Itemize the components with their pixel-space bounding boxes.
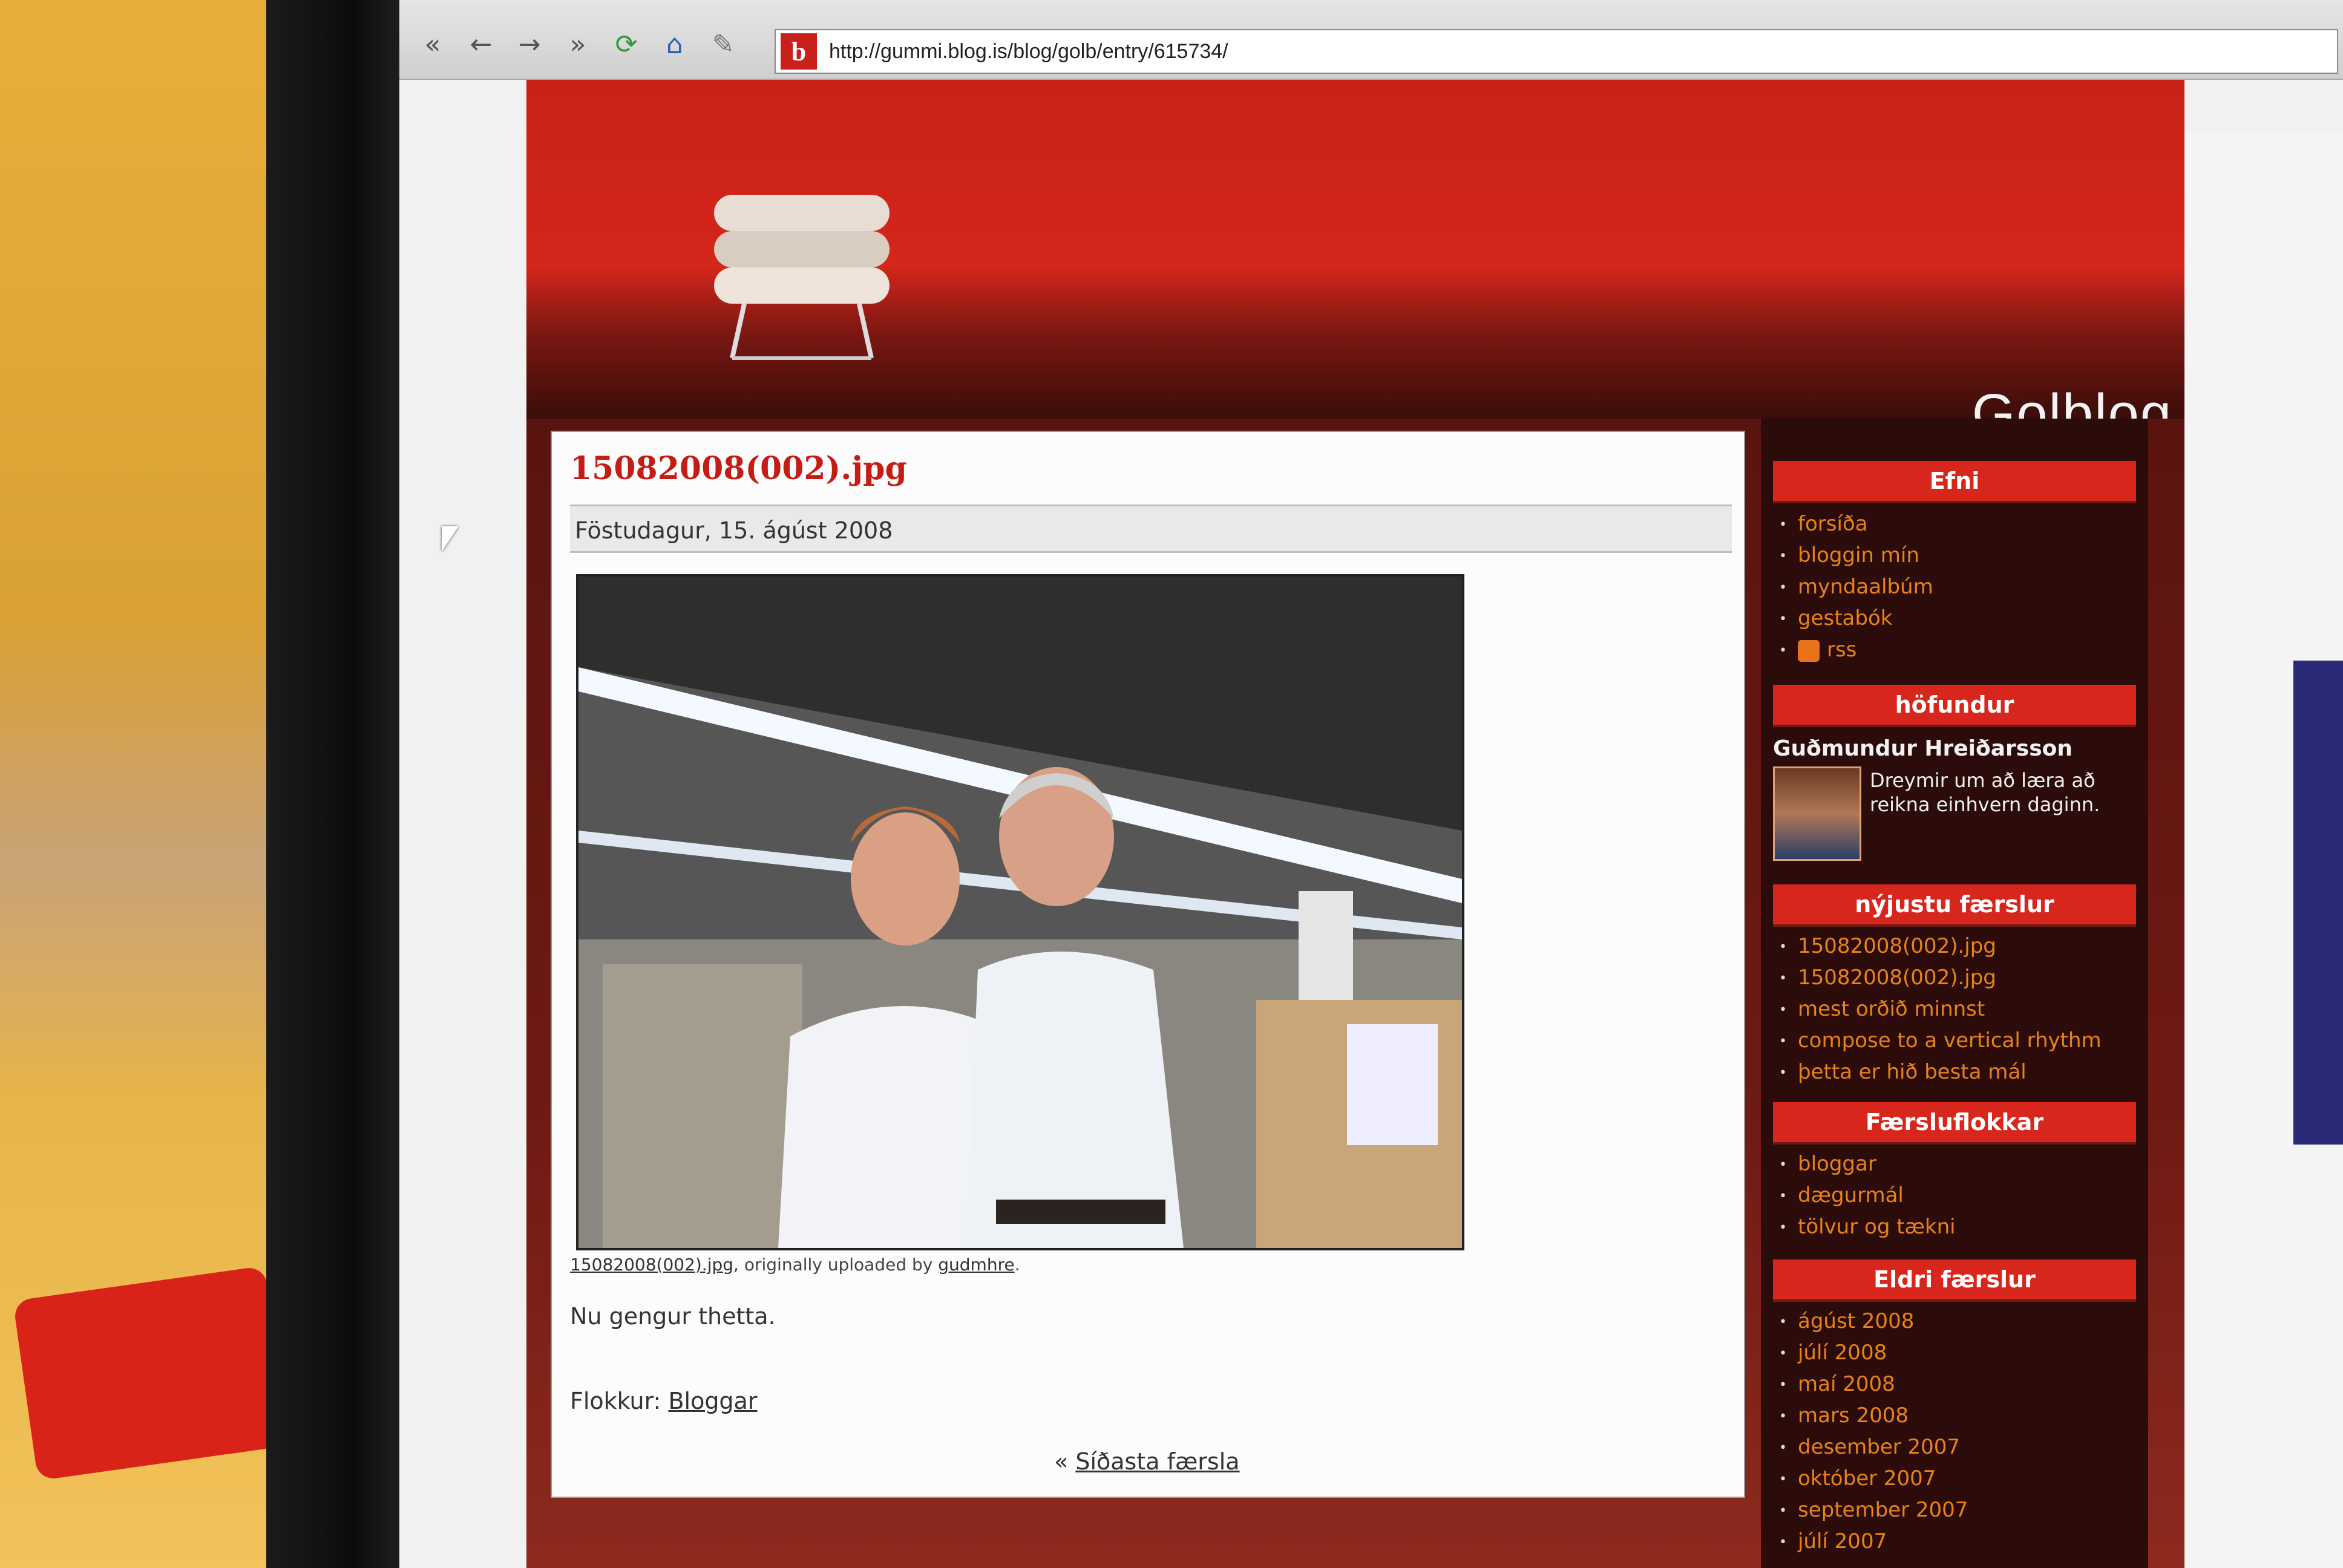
nav-forsida[interactable]: forsíða — [1779, 508, 1933, 540]
recent-post-link[interactable]: compose to a vertical rhythm — [1779, 1025, 2102, 1056]
author-bio: Dreymir um að læra að reikna einhvern da… — [1870, 769, 2100, 816]
nav-bloggin-min[interactable]: bloggin mín — [1779, 540, 1933, 571]
caption-user-link[interactable]: gudmhre — [938, 1255, 1014, 1275]
photo-caption: 15082008(002).jpg, originally uploaded b… — [570, 1255, 1020, 1275]
reload-icon[interactable]: ⟳ — [605, 23, 647, 65]
archive-item[interactable]: maí 2008 — [1779, 1368, 1968, 1400]
post-photo[interactable] — [576, 574, 1464, 1250]
post-title[interactable]: 15082008(002).jpg — [570, 450, 907, 487]
efni-list: forsíða bloggin mín myndaalbúm gestabók … — [1779, 508, 1933, 665]
author-name[interactable]: Guðmundur Hreiðarsson — [1773, 736, 2073, 761]
chair-image — [714, 195, 890, 360]
category-item[interactable]: bloggar — [1779, 1148, 1956, 1180]
monitor-bezel — [266, 0, 411, 1568]
category-link[interactable]: Bloggar — [668, 1388, 757, 1414]
prev-arrow: « — [1054, 1448, 1076, 1475]
faersluflokkar-heading: Færsluflokkar — [1773, 1102, 2136, 1145]
back-icon[interactable]: ← — [460, 23, 502, 65]
efni-heading: Efni — [1773, 461, 2136, 503]
mouse-cursor-icon — [442, 526, 459, 552]
prev-post: « Síðasta færsla — [1054, 1448, 1240, 1475]
photo-caption-link[interactable]: 15082008(002).jpg — [570, 1255, 733, 1275]
nyjustu-heading: nýjustu færslur — [1773, 884, 2136, 927]
post-body: Nu gengur thetta. — [570, 1303, 776, 1330]
monitor-screen: « ← → » ⟳ ⌂ ✎ b http://gummi.blog.is/blo… — [399, 0, 2343, 1568]
eldri-list: ágúst 2008 júlí 2008 maí 2008 mars 2008 … — [1779, 1305, 1968, 1557]
sidebar: Efni forsíða bloggin mín myndaalbúm gest… — [1761, 419, 2148, 1568]
rewind-icon[interactable]: « — [411, 23, 454, 65]
photo-illustration — [578, 577, 1462, 1248]
archive-item[interactable]: september 2007 — [1779, 1494, 1968, 1526]
archive-item[interactable]: júlí 2007 — [1779, 1526, 1968, 1557]
post-date: Föstudagur, 15. ágúst 2008 — [570, 505, 1732, 553]
rss-icon — [1797, 639, 1820, 662]
web-page: Golblog 15082008(002).jpg Föstudagur, 15… — [399, 80, 2343, 1568]
recent-post-link[interactable]: 15082008(002).jpg — [1779, 962, 2102, 993]
recent-post-link[interactable]: 15082008(002).jpg — [1779, 930, 2102, 962]
author-avatar[interactable] — [1773, 766, 1861, 861]
hofundur-heading: höfundur — [1773, 685, 2136, 727]
nav-rss-label[interactable]: rss — [1827, 638, 1856, 662]
archive-item[interactable]: mars 2008 — [1779, 1400, 1968, 1431]
category-item[interactable]: tölvur og tækni — [1779, 1211, 1956, 1243]
prev-post-link[interactable]: Síðasta færsla — [1075, 1448, 1239, 1475]
nav-gestabok[interactable]: gestabók — [1779, 603, 1933, 634]
browser-toolbar: « ← → » ⟳ ⌂ ✎ b http://gummi.blog.is/blo… — [399, 0, 2343, 80]
forward-icon[interactable]: → — [508, 23, 551, 65]
nav-myndaalbum[interactable]: myndaalbúm — [1779, 571, 1933, 603]
pen-icon[interactable]: ✎ — [702, 23, 744, 65]
recent-post-link[interactable]: mest orðið minnst — [1779, 993, 2102, 1025]
page-body: 15082008(002).jpg Föstudagur, 15. ágúst … — [526, 419, 2184, 1568]
site-favicon-icon: b — [781, 33, 817, 70]
eldri-heading: Eldri færslur — [1773, 1259, 2136, 1302]
caption-end-text: . — [1014, 1255, 1020, 1275]
faersluflokkar-list: bloggar dægurmál tölvur og tækni — [1779, 1148, 1956, 1243]
desk-red-object — [13, 1266, 290, 1481]
archive-item[interactable]: ágúst 2008 — [1779, 1305, 1968, 1337]
url-text[interactable]: http://gummi.blog.is/blog/golb/entry/615… — [829, 40, 1228, 64]
category-row: Flokkur: Bloggar — [570, 1388, 757, 1414]
ad-banner[interactable] — [2293, 661, 2343, 1145]
archive-item[interactable]: október 2007 — [1779, 1463, 1968, 1494]
nyjustu-list: 15082008(002).jpg 15082008(002).jpg mest… — [1779, 930, 2102, 1088]
fast-forward-icon[interactable]: » — [557, 23, 599, 65]
recent-post-link[interactable]: þetta er hið besta mál — [1779, 1056, 2102, 1088]
archive-item[interactable]: desember 2007 — [1779, 1431, 1968, 1463]
category-item[interactable]: dægurmál — [1779, 1180, 1956, 1211]
address-bar[interactable]: b http://gummi.blog.is/blog/golb/entry/6… — [775, 29, 2338, 74]
home-icon[interactable]: ⌂ — [654, 23, 696, 65]
caption-mid-text: , originally uploaded by — [733, 1255, 939, 1275]
nav-rss[interactable]: rss — [1779, 634, 1933, 665]
post-content: 15082008(002).jpg Föstudagur, 15. ágúst … — [551, 431, 1745, 1498]
category-label: Flokkur: — [570, 1388, 669, 1414]
archive-item[interactable]: júlí 2008 — [1779, 1337, 1968, 1368]
site-banner: Golblog — [526, 80, 2184, 445]
